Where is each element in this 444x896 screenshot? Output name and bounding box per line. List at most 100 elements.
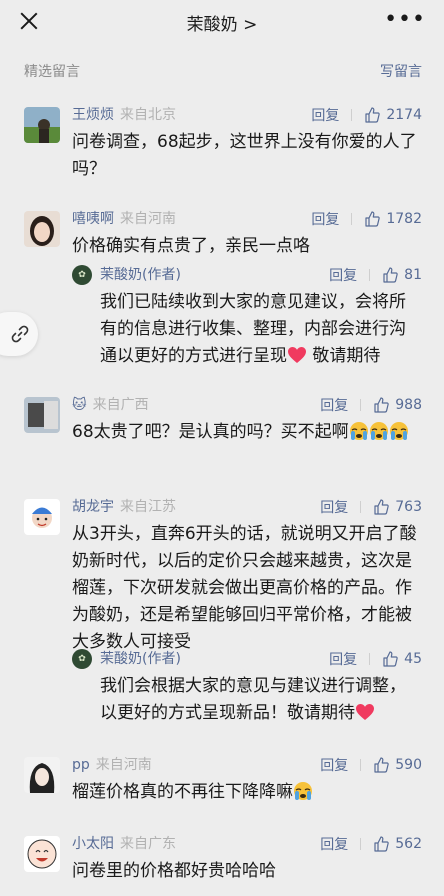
commenter-name[interactable]: 🐱 — [72, 397, 87, 413]
comment-actions: 回复 2174 — [311, 105, 422, 125]
comment-actions: 回复 562 — [320, 834, 422, 854]
like-count: 45 — [404, 651, 422, 667]
location-label: 来自河南 — [95, 757, 152, 773]
divider — [369, 269, 371, 281]
location-label: 来自广西 — [92, 397, 149, 413]
comment-text-body: 68太贵了吧？是认真的吗？买不起啊 — [72, 422, 349, 442]
crying-emoji-icon — [294, 782, 312, 800]
reply-text-tail: 敬请期待 — [307, 346, 381, 366]
like-count: 81 — [404, 267, 422, 283]
location-label: 来自江苏 — [120, 499, 176, 515]
comment-actions: 回复 763 — [320, 497, 422, 517]
top-bar: 茉酸奶 > ••• — [0, 0, 444, 44]
author-avatar[interactable]: ✿ — [72, 265, 92, 285]
reply-button[interactable]: 回复 — [329, 265, 357, 285]
divider — [360, 501, 362, 513]
reply-actions: 回复 45 — [329, 649, 422, 669]
comment-meta: 🐱 来自广西 — [72, 395, 149, 415]
comment-meta: pp 来自河南 — [72, 755, 152, 775]
author-reply: ✿ 茉酸奶(作者) 回复 81 我们已陆续收到大家的意见建议，会将所有的信息进行… — [72, 265, 444, 366]
like-count: 763 — [395, 499, 422, 515]
like-thumb-icon[interactable] — [364, 107, 381, 123]
like-thumb-icon[interactable] — [373, 836, 390, 852]
link-icon — [11, 325, 29, 343]
avatar[interactable] — [24, 836, 60, 872]
crying-emoji-icon — [369, 422, 388, 440]
comment-text-body: 榴莲价格真的不再往下降降嘛 — [72, 782, 293, 802]
comment-actions: 回复 1782 — [311, 209, 422, 229]
commenter-name[interactable]: 嘻咦啊 — [72, 211, 114, 227]
author-reply: ✿ 茉酸奶(作者) 回复 45 我们会根据大家的意见与建议进行调整，以更好的方式… — [72, 649, 444, 723]
comment-item: pp 来自河南 回复 590 榴莲价格真的不再往下降降嘛 — [0, 755, 444, 805]
comment-text: 从3开头，直奔6开头的话，就说明又开启了酸奶新时代，以后的定价只会越来越贵，这次… — [72, 524, 417, 652]
comment-actions: 回复 590 — [320, 755, 422, 775]
featured-comments-label: 精选留言 — [24, 64, 80, 80]
comment-text: 问卷里的价格都好贵哈哈哈 — [72, 861, 276, 881]
crying-emoji-icon — [389, 422, 408, 440]
comment-text: 榴莲价格真的不再往下降降嘛 — [72, 779, 422, 806]
comment-item: 小太阳 来自广东 回复 562 问卷里的价格都好贵哈哈哈 — [0, 834, 444, 884]
reply-button[interactable]: 回复 — [320, 395, 348, 415]
comment-text: 价格确实有点贵了，亲民一点咯 — [72, 236, 310, 256]
avatar[interactable] — [24, 757, 60, 793]
like-count: 988 — [395, 397, 422, 413]
commenter-name[interactable]: 小太阳 — [72, 836, 114, 852]
commenter-name[interactable]: 胡龙宇 — [72, 499, 114, 515]
divider — [360, 399, 362, 411]
comment-meta: 小太阳 来自广东 — [72, 834, 176, 854]
comment-text: 68太贵了吧？是认真的吗？买不起啊 — [72, 419, 422, 446]
reply-button[interactable]: 回复 — [320, 755, 348, 775]
heart-emoji-icon — [356, 704, 374, 720]
crying-emoji-icon — [349, 422, 368, 440]
comment-item: 胡龙宇 来自江苏 回复 763 从3开头，直奔6开头的话，就说明又开启了酸奶新时代… — [0, 497, 444, 727]
write-comment-link[interactable]: 写留言 — [380, 61, 422, 81]
author-name[interactable]: 茉酸奶(作者) — [100, 265, 181, 285]
location-label: 来自北京 — [120, 107, 176, 123]
author-avatar[interactable]: ✿ — [72, 649, 92, 669]
reply-text: 我们已陆续收到大家的意见建议，会将所有的信息进行收集、整理，内部会进行沟通以更好… — [100, 289, 422, 370]
comment-meta: 嘻咦啊 来自河南 — [72, 209, 176, 229]
reply-text: 我们会根据大家的意见与建议进行调整，以更好的方式呈现新品！敬请期待 — [100, 673, 422, 727]
reply-actions: 回复 81 — [329, 265, 422, 285]
commenter-name[interactable]: pp — [72, 757, 90, 773]
like-thumb-icon[interactable] — [364, 211, 381, 227]
like-thumb-icon[interactable] — [382, 651, 398, 667]
comment-actions: 回复 988 — [320, 395, 422, 415]
like-thumb-icon[interactable] — [373, 499, 390, 515]
reply-button[interactable]: 回复 — [320, 497, 348, 517]
reply-button[interactable]: 回复 — [320, 834, 348, 854]
commenter-name[interactable]: 王烦烦 — [72, 107, 114, 123]
like-thumb-icon[interactable] — [373, 757, 390, 773]
like-thumb-icon[interactable] — [382, 267, 398, 283]
divider — [351, 213, 353, 225]
location-label: 来自广东 — [120, 836, 176, 852]
comment-meta: 胡龙宇 来自江苏 — [72, 497, 176, 517]
like-count: 2174 — [386, 107, 422, 123]
comment-item: 嘻咦啊 来自河南 回复 1782 价格确实有点贵了，亲民一点咯 ✿ 茉酸奶(作者)… — [0, 209, 444, 366]
like-count: 590 — [395, 757, 422, 773]
section-header: 精选留言 写留言 — [0, 44, 444, 92]
more-options-icon[interactable]: ••• — [384, 9, 426, 31]
divider — [360, 838, 362, 850]
heart-emoji-icon — [288, 347, 306, 363]
divider — [351, 109, 353, 121]
comment-meta: 王烦烦 来自北京 — [72, 105, 176, 125]
location-label: 来自河南 — [120, 211, 176, 227]
avatar[interactable] — [24, 211, 60, 247]
account-title-link[interactable]: 茉酸奶 > — [0, 10, 444, 35]
avatar[interactable] — [24, 107, 60, 143]
divider — [369, 653, 371, 665]
reply-button[interactable]: 回复 — [329, 649, 357, 669]
like-count: 562 — [395, 836, 422, 852]
avatar[interactable] — [24, 499, 60, 535]
like-count: 1782 — [386, 211, 422, 227]
reply-button[interactable]: 回复 — [311, 209, 339, 229]
divider — [360, 759, 362, 771]
avatar[interactable] — [24, 397, 60, 433]
comment-item: 🐱 来自广西 回复 988 68太贵了吧？是认真的吗？买不起啊 — [0, 395, 444, 465]
reply-button[interactable]: 回复 — [311, 105, 339, 125]
comment-text: 问卷调查，68起步，这世界上没有你爱的人了吗？ — [72, 132, 417, 179]
like-thumb-icon[interactable] — [373, 397, 390, 413]
author-name[interactable]: 茉酸奶(作者) — [100, 649, 181, 669]
comment-item: 王烦烦 来自北京 回复 2174 问卷调查，68起步，这世界上没有你爱的人了吗？ — [0, 105, 444, 179]
